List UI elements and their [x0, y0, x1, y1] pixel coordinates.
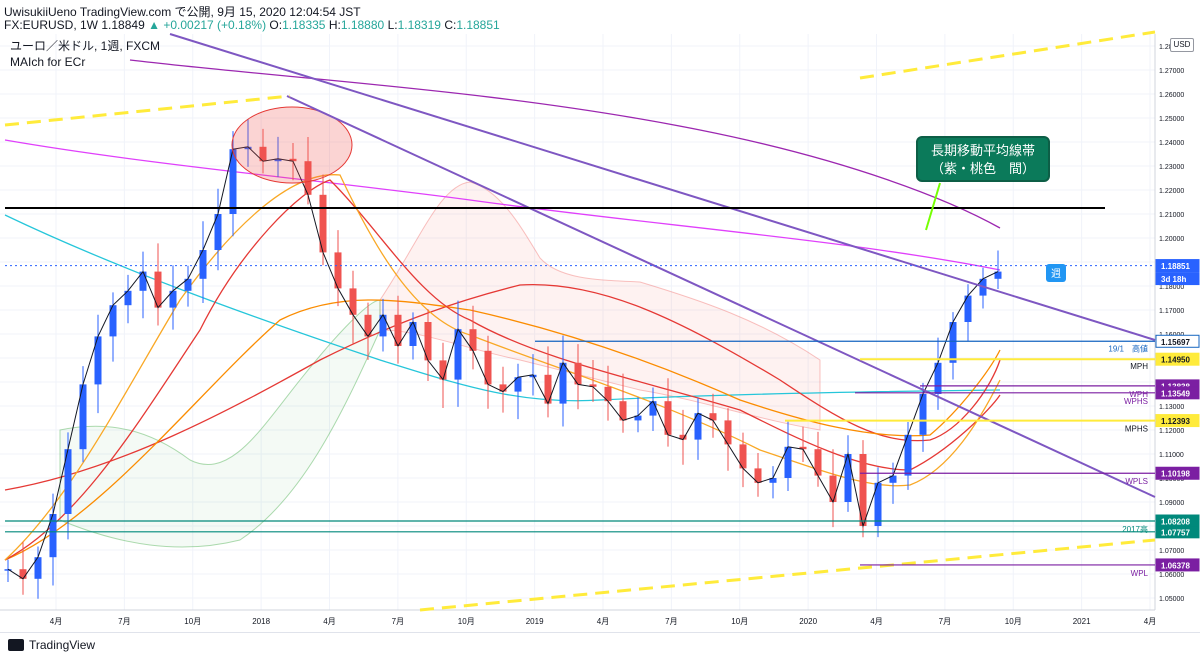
price-label-text: 1.18851: [1161, 262, 1190, 271]
x-tick-label: 7月: [392, 617, 404, 626]
y-tick-label: 1.11000: [1159, 452, 1184, 459]
level-annotation: WPHS: [1124, 397, 1148, 406]
x-tick-label: 7月: [118, 617, 130, 626]
legend-symbol[interactable]: ユーロ／米ドル, 1週, FXCM: [10, 38, 160, 54]
ohlc-low-key: L:: [387, 18, 398, 32]
author-name[interactable]: UwisukiiUeno: [4, 5, 77, 19]
price-label-text: 1.07757: [1161, 528, 1190, 537]
x-tick-label: 2021: [1073, 617, 1091, 626]
callout-line1: 長期移動平均線帯: [930, 143, 1035, 158]
y-tick-label: 1.24000: [1159, 140, 1184, 147]
price-label-text: 1.14950: [1161, 356, 1190, 365]
x-tick-label: 4月: [1144, 617, 1156, 626]
price-label-text: 1.06378: [1161, 561, 1190, 570]
x-tick-label: 4月: [870, 617, 882, 626]
y-tick-label: 1.26000: [1159, 92, 1184, 99]
last-price: 1.18849: [101, 18, 145, 32]
ohlc-close-key: C:: [444, 18, 457, 32]
y-tick-label: 1.20000: [1159, 236, 1184, 243]
x-tick-label: 7月: [939, 617, 951, 626]
y-tick-label: 1.22000: [1159, 188, 1184, 195]
ohlc-open-key: O:: [269, 18, 283, 32]
footer-bar: TradingView: [0, 632, 1200, 657]
publish-date: TradingView.com で公開, 9月 15, 2020 12:04:5…: [79, 5, 361, 19]
tradingview-logo-icon: [8, 639, 24, 651]
up-triangle-icon: ▲: [148, 18, 160, 32]
price-label-text: 1.08208: [1161, 518, 1190, 527]
symbol-ohlc: FX:EURUSD, 1W 1.18849 ▲ +0.00217 (+0.18%…: [4, 18, 500, 32]
x-tick-label: 10月: [184, 617, 201, 626]
x-tick-label: 4月: [597, 617, 609, 626]
level-annotation: MPH: [1130, 362, 1148, 371]
ohlc-low: 1.18319: [397, 18, 441, 32]
legend-indicator[interactable]: MAIch for ECr: [10, 54, 160, 70]
price-change: +0.00217 (+0.18%): [163, 18, 267, 32]
x-tick-label: 2018: [252, 617, 270, 626]
annotation-callout[interactable]: 長期移動平均線帯 （紫・桃色 間）: [916, 136, 1050, 182]
y-tick-label: 1.25000: [1159, 116, 1184, 123]
price-label-text: 3d 18h: [1161, 275, 1186, 284]
chart-header: UwisukiiUeno TradingView.com で公開, 9月 15,…: [0, 0, 1200, 34]
price-label-text: 1.12393: [1161, 417, 1190, 426]
x-tick-label: 10月: [1005, 617, 1022, 626]
y-tick-label: 1.06000: [1159, 572, 1184, 579]
level-annotation: WPL: [1131, 569, 1149, 578]
ohlc-open: 1.18335: [282, 18, 326, 32]
callout-line2: （紫・桃色 間）: [930, 161, 1035, 176]
x-tick-label: 2019: [526, 617, 544, 626]
price-label-text: 1.13549: [1161, 389, 1190, 398]
y-tick-label: 1.09000: [1159, 500, 1184, 507]
ohlc-high: 1.18880: [340, 18, 385, 32]
level-annotation: 2017高: [1122, 524, 1148, 534]
y-tick-label: 1.07000: [1159, 548, 1184, 555]
tradingview-logo[interactable]: TradingView: [8, 638, 95, 652]
indicator-legend: ユーロ／米ドル, 1週, FXCM MAIch for ECr: [10, 38, 160, 70]
y-tick-label: 1.13000: [1159, 404, 1184, 411]
price-label-text: 1.15697: [1161, 338, 1190, 347]
y-tick-label: 1.12000: [1159, 428, 1184, 435]
x-tick-label: 10月: [458, 617, 475, 626]
footer-brand: TradingView: [29, 638, 96, 652]
currency-badge[interactable]: USD: [1170, 38, 1194, 52]
y-tick-label: 1.17000: [1159, 308, 1184, 315]
level-annotation: 19/1 高値: [1108, 343, 1148, 353]
x-tick-label: 4月: [50, 617, 62, 626]
y-tick-label: 1.23000: [1159, 164, 1184, 171]
ohlc-close: 1.18851: [456, 18, 500, 32]
x-tick-label: 2020: [799, 617, 817, 626]
ohlc-high-key: H:: [328, 18, 341, 32]
level-annotation: WPLS: [1125, 477, 1148, 486]
level-annotation: MPHS: [1125, 425, 1148, 434]
symbol-label[interactable]: FX:EURUSD, 1W: [4, 18, 98, 32]
y-tick-label: 1.21000: [1159, 212, 1184, 219]
y-tick-label: 1.27000: [1159, 68, 1184, 75]
y-tick-label: 1.05000: [1159, 596, 1184, 603]
x-tick-label: 4月: [323, 617, 335, 626]
x-tick-label: 10月: [731, 617, 748, 626]
x-tick-label: 7月: [665, 617, 677, 626]
price-chart[interactable]: 1.050001.060001.070001.080001.090001.100…: [0, 0, 1200, 656]
price-label-text: 1.10198: [1161, 470, 1190, 479]
week-marker-label: 週: [1051, 268, 1061, 280]
